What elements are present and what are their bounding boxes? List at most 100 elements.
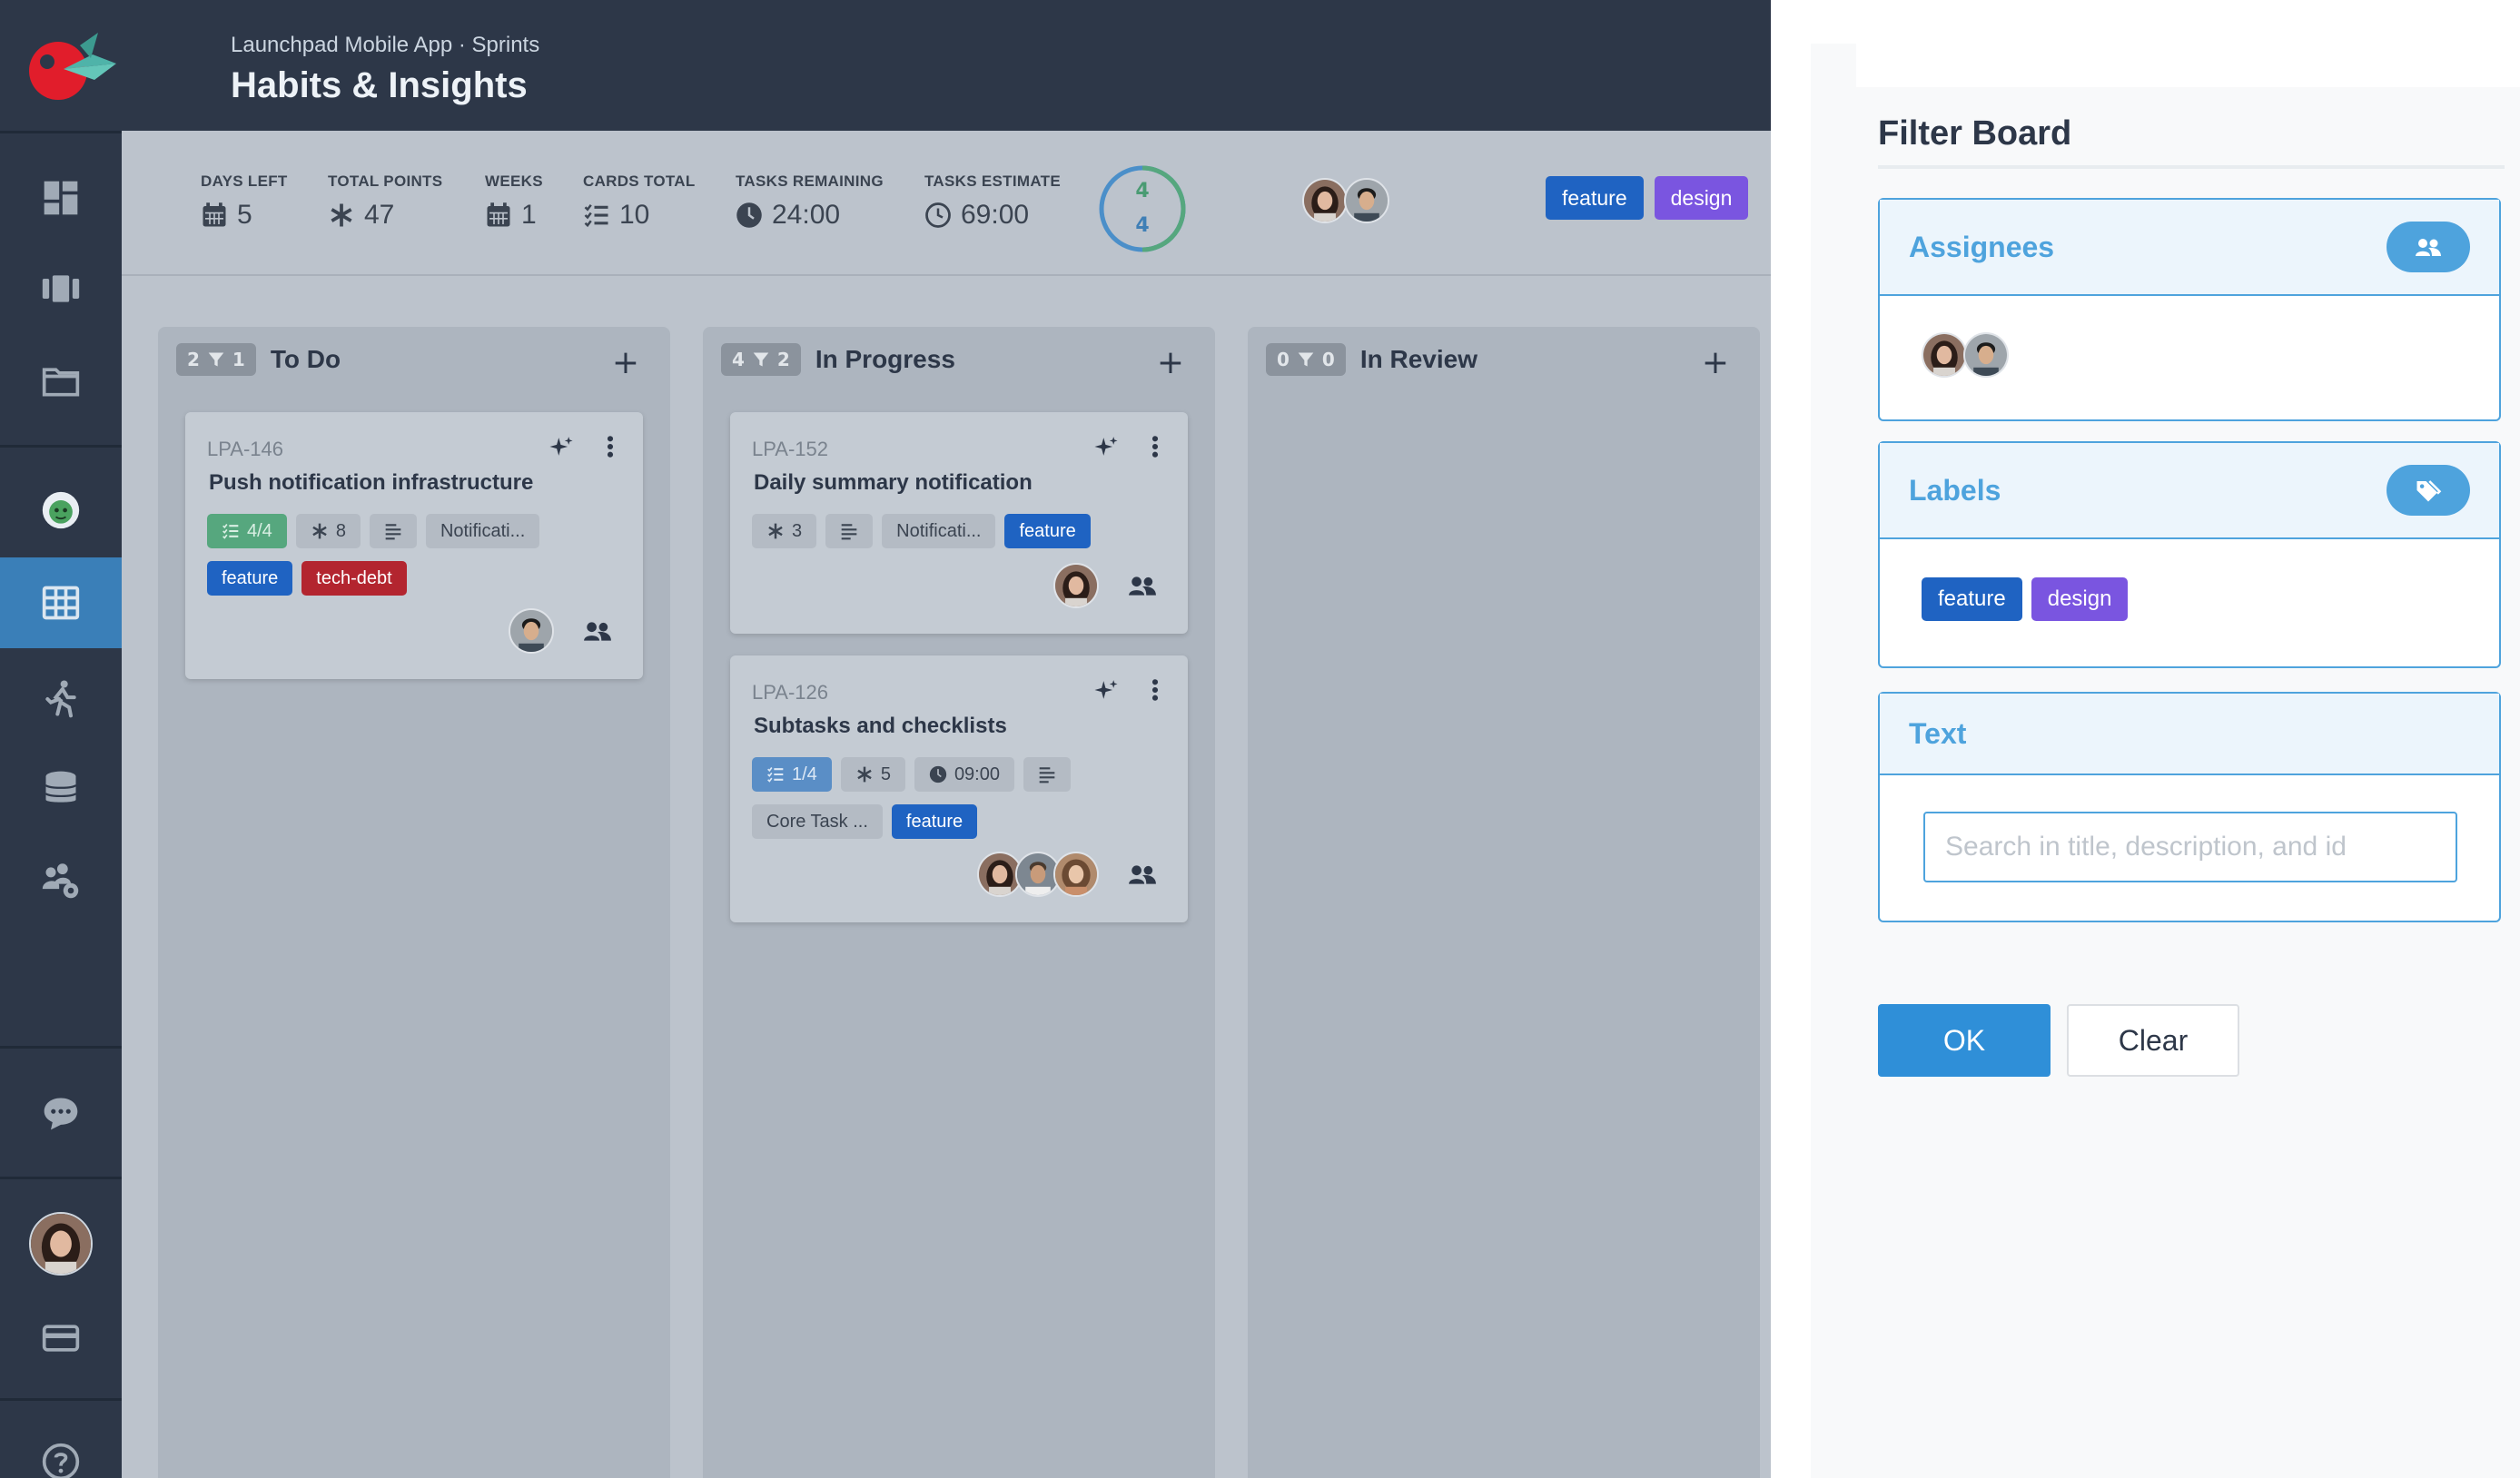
column-to-do: 2 1 To Do + LPA-146 Push notification in… xyxy=(158,327,670,1478)
stat-days-left: DAYS LEFT 5 xyxy=(201,172,288,231)
filter-icon xyxy=(1298,352,1314,367)
column-count-badge: 2 1 xyxy=(176,343,256,376)
card-lpa-126[interactable]: LPA-126 Subtasks and checklists 1/4 5 09… xyxy=(730,655,1188,922)
filter-panel: Filter Board Assignees Labels feature de… xyxy=(1856,87,2520,1478)
description-chip xyxy=(1023,757,1071,792)
team-settings-icon[interactable] xyxy=(0,835,122,926)
sidebar xyxy=(0,0,122,1478)
search-input[interactable] xyxy=(1923,812,2457,882)
section-title: Text xyxy=(1909,717,1967,750)
ok-button[interactable]: OK xyxy=(1878,1004,2051,1077)
card-title: Push notification infrastructure xyxy=(209,470,534,495)
more-menu-icon[interactable] xyxy=(607,436,614,458)
labels-toggle-button[interactable] xyxy=(2387,465,2470,516)
more-menu-icon[interactable] xyxy=(1151,436,1159,458)
sprint-runner-icon[interactable] xyxy=(0,654,122,744)
card-lpa-152[interactable]: LPA-152 Daily summary notification 3 Not… xyxy=(730,412,1188,634)
tag-feature[interactable]: feature xyxy=(891,804,978,839)
description-icon xyxy=(385,524,401,540)
stat-value: 5 xyxy=(237,200,252,230)
epic-chip[interactable]: Notificati... xyxy=(882,514,996,548)
filter-labels-section: Labels feature design xyxy=(1878,441,2501,668)
stat-tasks-remaining: TASKS REMAINING 24:00 xyxy=(736,172,884,231)
folder-icon[interactable] xyxy=(0,336,122,427)
ai-sparkle-icon[interactable] xyxy=(1093,436,1119,458)
avatar[interactable] xyxy=(1344,178,1389,223)
clear-button[interactable]: Clear xyxy=(2067,1004,2239,1077)
tag-feature[interactable]: feature xyxy=(1004,514,1091,548)
avatar[interactable] xyxy=(1053,563,1099,608)
card-lpa-146[interactable]: LPA-146 Push notification infrastructure… xyxy=(185,412,643,679)
column-in-review: 0 0 In Review + xyxy=(1248,327,1760,1478)
add-card-button[interactable]: + xyxy=(1702,347,1729,379)
more-menu-icon[interactable] xyxy=(1151,679,1159,701)
stat-label: WEEKS xyxy=(485,172,543,190)
app-logo-icon[interactable] xyxy=(25,27,125,109)
avatar[interactable] xyxy=(1053,852,1099,897)
assignee-avatars xyxy=(977,852,1099,897)
ai-sparkle-icon[interactable] xyxy=(548,436,574,458)
epic-chip[interactable]: Notificati... xyxy=(425,514,540,548)
tag-feature[interactable]: feature xyxy=(1546,176,1644,220)
help-icon[interactable] xyxy=(0,1416,122,1478)
stat-label: TASKS ESTIMATE xyxy=(924,172,1061,190)
tag-design[interactable]: design xyxy=(2031,577,2129,621)
checklist-icon xyxy=(767,767,784,783)
add-card-button[interactable]: + xyxy=(1157,347,1184,379)
stat-cards-total: CARDS TOTAL 10 xyxy=(583,172,696,231)
column-count-badge: 0 0 xyxy=(1266,343,1346,376)
stat-label: DAYS LEFT xyxy=(201,172,288,190)
sprint-stats-bar: DAYS LEFT 5 TOTAL POINTS 47 WEEKS 1 CARD… xyxy=(122,131,1771,276)
kanban-icon[interactable] xyxy=(0,243,122,334)
project-logo-icon[interactable] xyxy=(0,465,122,556)
avatar[interactable] xyxy=(1922,332,1967,378)
card-id: LPA-126 xyxy=(752,681,828,704)
ai-sparkle-icon[interactable] xyxy=(1093,679,1119,701)
sprint-label-tags: feature design xyxy=(1546,176,1749,220)
add-card-button[interactable]: + xyxy=(612,347,639,379)
avatar[interactable] xyxy=(1963,332,2009,378)
stat-value: 1 xyxy=(521,200,537,230)
breadcrumb[interactable]: Launchpad Mobile App · Sprints xyxy=(231,33,539,58)
clock-icon xyxy=(736,202,762,228)
label-filter-tags: feature design xyxy=(1922,577,2129,621)
tag-design[interactable]: design xyxy=(1654,176,1749,220)
user-avatar[interactable] xyxy=(0,1198,122,1289)
stat-value: 47 xyxy=(364,200,395,230)
dashboard-icon[interactable] xyxy=(0,153,122,243)
tag-feature[interactable]: feature xyxy=(207,561,293,596)
table-grid-icon[interactable] xyxy=(0,557,122,648)
card-title: Subtasks and checklists xyxy=(754,714,1007,738)
card-title: Daily summary notification xyxy=(754,470,1033,495)
clock-outline-icon xyxy=(925,202,951,228)
filter-icon xyxy=(753,352,769,367)
points-chip: 5 xyxy=(840,757,905,792)
team-icon[interactable] xyxy=(583,619,612,643)
stat-weeks: WEEKS 1 xyxy=(485,172,543,231)
asterisk-icon xyxy=(857,766,872,783)
stat-value: 10 xyxy=(619,200,650,230)
card-id: LPA-146 xyxy=(207,438,283,460)
chat-icon[interactable] xyxy=(0,1068,122,1158)
calendar-icon xyxy=(203,202,226,227)
epic-chip[interactable]: Core Task ... xyxy=(752,804,883,839)
description-chip xyxy=(825,514,874,548)
time-chip: 09:00 xyxy=(914,757,1014,792)
page-title: Habits & Insights xyxy=(231,65,528,105)
avatar[interactable] xyxy=(1302,178,1348,223)
tag-feature[interactable]: feature xyxy=(1922,577,2022,621)
team-icon[interactable] xyxy=(1128,574,1157,597)
avatar[interactable] xyxy=(509,608,554,654)
clock-icon xyxy=(929,765,947,783)
ring-total-count: 4 xyxy=(1135,214,1150,237)
assignees-toggle-button[interactable] xyxy=(2387,222,2470,272)
card-id: LPA-152 xyxy=(752,438,828,460)
billing-card-icon[interactable] xyxy=(0,1293,122,1384)
kanban-board: 2 1 To Do + LPA-146 Push notification in… xyxy=(122,276,1771,1478)
tag-tech-debt[interactable]: tech-debt xyxy=(301,561,407,596)
filter-text-section: Text xyxy=(1878,692,2501,922)
team-icon[interactable] xyxy=(1128,862,1157,886)
database-icon[interactable] xyxy=(0,743,122,833)
points-chip: 8 xyxy=(295,514,361,548)
page-header: Launchpad Mobile App · Sprints Habits & … xyxy=(122,0,1771,131)
